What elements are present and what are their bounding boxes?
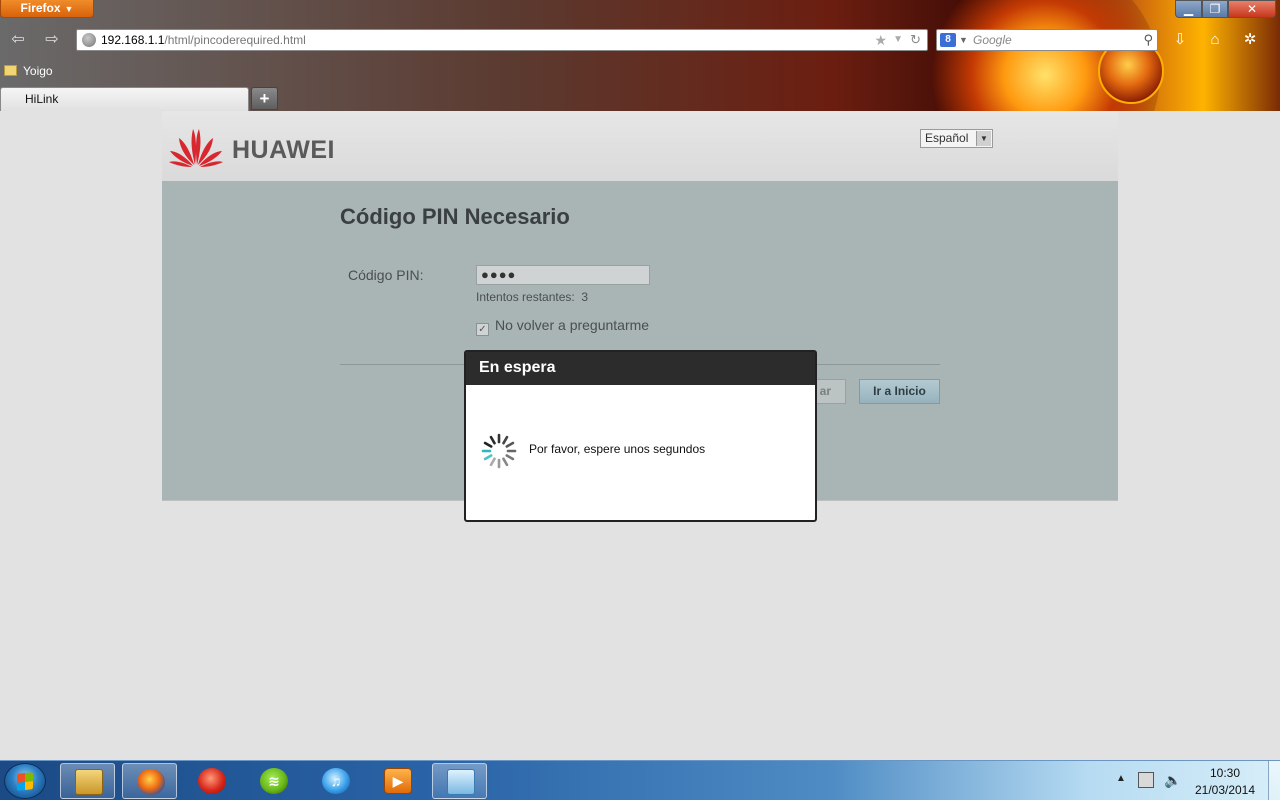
back-button[interactable]: ⇦ [8, 31, 28, 49]
new-tab-button[interactable]: + [251, 87, 278, 110]
loading-spinner-icon [481, 433, 517, 469]
taskbar-spotify[interactable]: ≋ [246, 763, 301, 799]
bookmark-yoigo[interactable]: Yoigo [4, 64, 53, 78]
close-button[interactable]: ✕ [1228, 0, 1276, 18]
dialog-message: Por favor, espere unos segundos [529, 442, 706, 456]
volume-icon[interactable]: 🔈 [1164, 772, 1181, 789]
google-search-engine-icon[interactable]: 8 [940, 33, 956, 47]
clock-date[interactable]: 21/03/2014 [1184, 783, 1266, 797]
plus-icon: + [259, 89, 270, 108]
show-desktop-button[interactable] [1268, 761, 1280, 800]
chevron-down-icon: ▼ [976, 131, 991, 146]
addon-icon[interactable]: ✲ [1240, 30, 1260, 50]
clock-time[interactable]: 10:30 [1184, 766, 1266, 780]
go-home-button[interactable]: Ir a Inicio [859, 379, 940, 404]
taskbar-media-player[interactable]: ▶ [370, 763, 425, 799]
taskbar-explorer[interactable] [60, 763, 115, 799]
attempts-label: Intentos restantes: [476, 290, 575, 304]
maximize-button[interactable]: ❐ [1202, 0, 1228, 18]
download-icon[interactable]: ⇩ [1170, 30, 1190, 50]
url-host: 192.168.1.1 [101, 33, 165, 47]
ccleaner-icon [198, 768, 226, 794]
close-icon: ✕ [1246, 2, 1258, 16]
attempts-remaining: Intentos restantes: 3 [476, 290, 588, 304]
huawei-header: HUAWEI Español ▼ [162, 111, 1118, 181]
pin-input[interactable]: ●●●● [476, 265, 650, 285]
language-select[interactable]: Español ▼ [920, 129, 993, 148]
network-monitor-icon [447, 769, 475, 795]
url-path: /html/pincoderequired.html [164, 33, 306, 47]
taskbar-firefox[interactable] [122, 763, 177, 799]
back-arrow-icon: ⇦ [11, 31, 25, 48]
maximize-icon: ❐ [1209, 2, 1221, 16]
taskbar: ≋ ♫ ▶ ▲ 🔈 10:30 21/03/2014 [0, 760, 1280, 800]
minimize-icon: ▁ [1183, 2, 1194, 16]
dialog-title: En espera [466, 352, 815, 385]
tray-expand-icon[interactable]: ▲ [1116, 773, 1126, 784]
folder-icon [75, 769, 103, 795]
firefox-icon [137, 769, 165, 795]
network-tray-icon[interactable] [1138, 772, 1154, 788]
minimize-button[interactable]: ▁ [1175, 0, 1202, 18]
remember-label: No volver a preguntarme [495, 317, 650, 333]
firefox-menu-label: Firefox [20, 1, 61, 15]
taskbar-network-monitor[interactable] [432, 763, 487, 799]
home-icon[interactable]: ⌂ [1205, 30, 1225, 50]
start-button[interactable] [4, 763, 46, 799]
remember-option[interactable]: ✓ No volver a preguntarme [476, 317, 649, 336]
taskbar-ccleaner[interactable] [184, 763, 239, 799]
remember-checkbox[interactable]: ✓ [476, 323, 489, 336]
tab-hilink[interactable]: HiLink [0, 87, 249, 111]
dropdown-arrow-icon[interactable]: ▼ [893, 30, 903, 50]
tab-title: HiLink [25, 92, 59, 106]
language-selected: Español [925, 131, 969, 145]
caret-down-icon: ▼ [64, 4, 74, 14]
star-icon[interactable]: ★ [874, 30, 887, 50]
reload-icon[interactable]: ↻ [910, 30, 921, 50]
firefox-menu-button[interactable]: Firefox ▼ [0, 0, 94, 18]
spotify-waves-icon: ≋ [268, 773, 280, 789]
search-placeholder: Google [973, 33, 1012, 47]
globe-icon [82, 33, 96, 47]
waiting-dialog: En espera Por favor, espere unos segundo… [464, 350, 817, 522]
browser-chrome: Firefox ▼ ▁ ❐ ✕ ⇦ ⇨ 192.168.1.1/html/pinc… [0, 0, 1280, 111]
attempts-value: 3 [581, 290, 589, 304]
forward-button[interactable]: ⇨ [42, 31, 62, 49]
page-title: Código PIN Necesario [340, 204, 570, 229]
windows-logo-icon-lower [17, 781, 33, 791]
pin-label: Código PIN: [348, 267, 424, 283]
search-input[interactable]: 8 ▼ Google ⚲ [936, 29, 1158, 51]
url-bar[interactable]: 192.168.1.1/html/pincoderequired.html ★ … [76, 29, 928, 51]
folder-icon [4, 65, 17, 76]
caret-down-icon: ▼ [959, 35, 968, 45]
magnifier-icon[interactable]: ⚲ [1143, 30, 1153, 50]
taskbar-itunes[interactable]: ♫ [308, 763, 363, 799]
huawei-logo-icon [169, 129, 223, 167]
play-icon: ▶ [392, 773, 404, 789]
forward-arrow-icon: ⇨ [45, 31, 59, 48]
music-note-icon: ♫ [330, 773, 342, 789]
brand-name: HUAWEI [232, 136, 335, 164]
bookmark-label: Yoigo [23, 64, 53, 78]
